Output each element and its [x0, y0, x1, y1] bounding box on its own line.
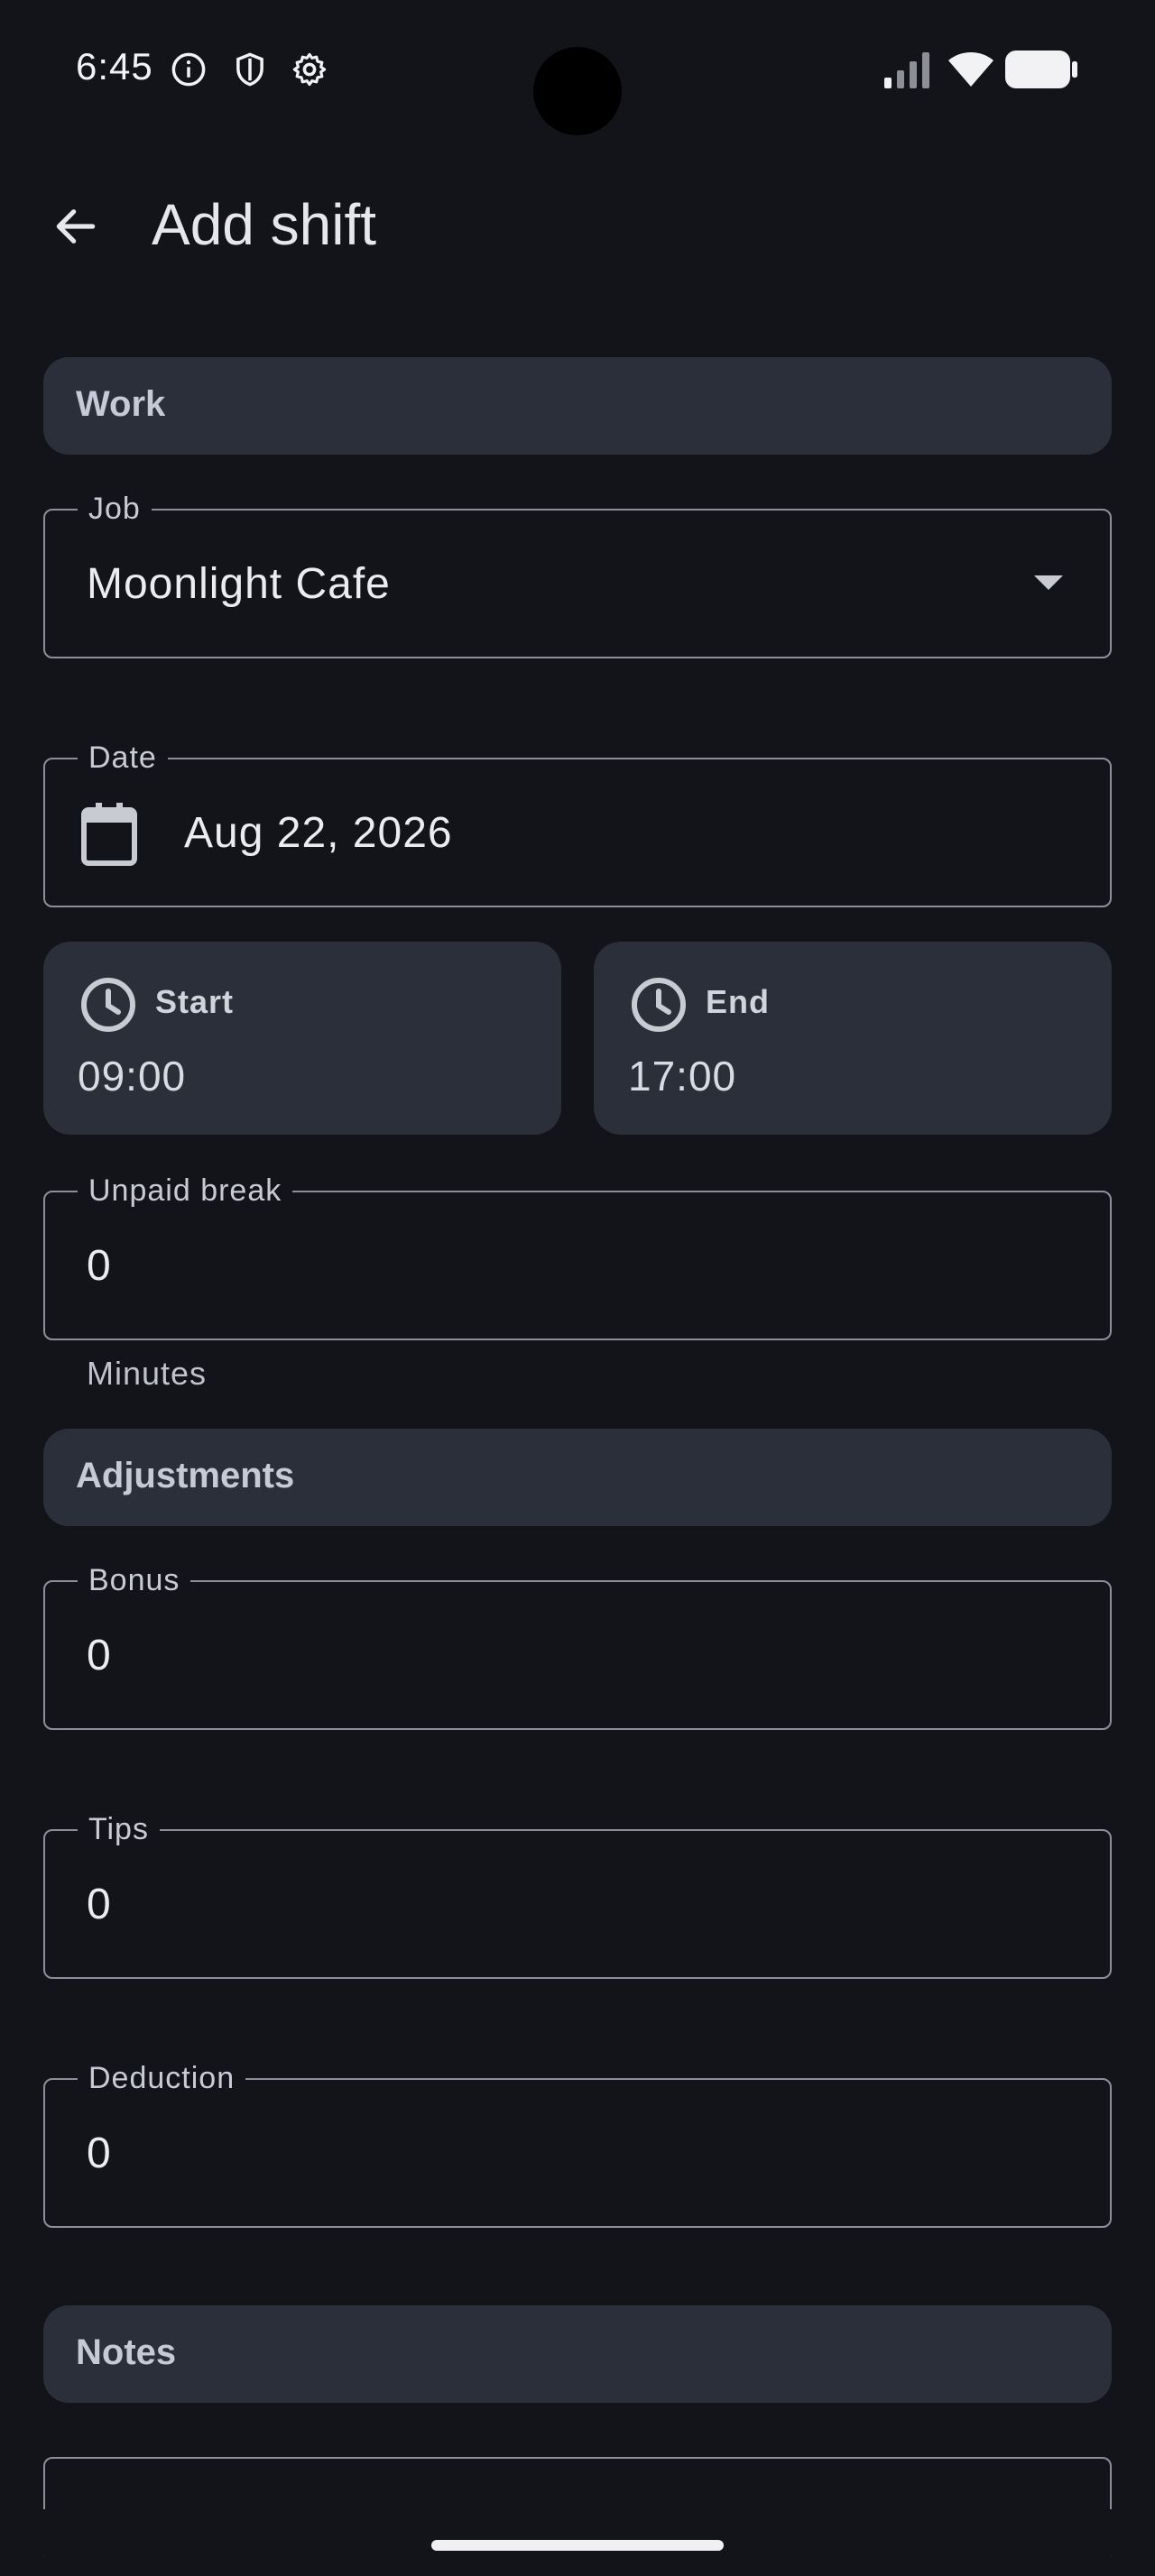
- status-time: 6:45: [76, 45, 153, 87]
- start-time-card[interactable]: Start 09:00: [43, 942, 561, 1135]
- home-indicator[interactable]: [431, 2540, 724, 2551]
- back-button[interactable]: [40, 195, 112, 258]
- calendar-icon: [81, 803, 137, 866]
- info-icon: [171, 52, 206, 87]
- battery-icon: [1005, 51, 1077, 88]
- deduction-input[interactable]: Deduction 0: [43, 2060, 1112, 2228]
- signal-icon: [884, 52, 929, 88]
- camera-cutout: [533, 47, 622, 135]
- field-value: 0: [87, 1881, 112, 1928]
- field-value: Moonlight Cafe: [87, 560, 391, 608]
- section-header-work: Work: [43, 357, 1112, 455]
- field-label: Date: [78, 740, 168, 776]
- shield-icon: [236, 52, 263, 87]
- section-title: Notes: [76, 2332, 177, 2372]
- section-title: Work: [76, 384, 166, 424]
- field-label: Unpaid break: [78, 1173, 293, 1209]
- section-header-adjustments: Adjustments: [43, 1429, 1112, 1526]
- time-card-label: Start: [155, 983, 235, 1020]
- field-label: Bonus: [78, 1562, 191, 1598]
- field-label: Tips: [78, 1811, 160, 1847]
- field-value: 0: [87, 1242, 112, 1290]
- top-app-bar: Add shift: [0, 171, 1155, 280]
- tips-input[interactable]: Tips 0: [43, 1811, 1112, 1979]
- section-header-notes: Notes: [43, 2305, 1112, 2403]
- unpaid-break-helper: Minutes: [87, 1355, 208, 1392]
- clock-icon: [632, 978, 686, 1032]
- field-value: 0: [87, 2130, 112, 2177]
- time-card-label: End: [706, 983, 770, 1020]
- clock-icon: [81, 978, 135, 1032]
- time-card-value: 17:00: [628, 1053, 737, 1099]
- job-dropdown[interactable]: Job Moonlight Cafe: [43, 491, 1112, 658]
- settings-gear-icon: [292, 52, 327, 87]
- wifi-icon: [948, 52, 993, 87]
- field-value: 0: [87, 1632, 112, 1679]
- phone-screen: 6:45 Add shift Work Job Moonlight Cafe D…: [0, 0, 1155, 2576]
- bonus-input[interactable]: Bonus 0: [43, 1562, 1112, 1730]
- unpaid-break-input[interactable]: Unpaid break 0: [43, 1173, 1112, 1340]
- end-time-card[interactable]: End 17:00: [594, 942, 1112, 1135]
- date-field[interactable]: Date Aug 22, 2026: [43, 740, 1112, 907]
- field-label: Deduction: [78, 2060, 246, 2096]
- arrow-back-icon: [56, 209, 96, 244]
- section-title: Adjustments: [76, 1456, 295, 1495]
- field-value: Aug 22, 2026: [184, 809, 453, 857]
- field-label: Job: [78, 491, 152, 527]
- caret-down-icon: [1034, 575, 1063, 590]
- status-bar: 6:45: [0, 0, 1155, 144]
- time-card-value: 09:00: [78, 1053, 187, 1099]
- page-title: Add shift: [152, 192, 377, 257]
